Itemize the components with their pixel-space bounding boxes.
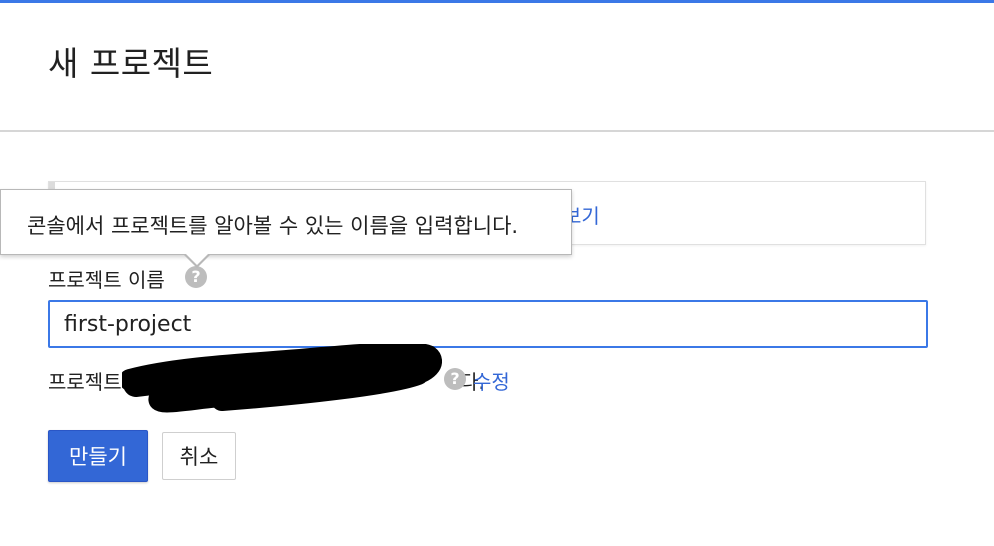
edit-project-id-link[interactable]: 수정	[473, 366, 510, 395]
create-button[interactable]: 만들기	[48, 430, 148, 482]
project-name-label: 프로젝트 이름	[48, 268, 165, 292]
tooltip-text: 콘솔에서 프로젝트를 알아볼 수 있는 이름을 입력합니다.	[27, 214, 519, 238]
cancel-button[interactable]: 취소	[162, 432, 236, 480]
page-title: 새 프로젝트	[48, 44, 214, 83]
tooltip-arrow-fill	[185, 253, 209, 265]
help-circle-icon[interactable]: ?	[444, 368, 466, 390]
top-accent-bar	[0, 0, 994, 3]
tooltip: 콘솔에서 프로젝트를 알아볼 수 있는 이름을 입력합니다.	[0, 189, 572, 255]
header-divider	[0, 130, 994, 132]
help-circle-icon[interactable]: ?	[185, 266, 207, 288]
redaction-scribble	[122, 344, 442, 413]
project-name-input[interactable]	[48, 300, 928, 348]
